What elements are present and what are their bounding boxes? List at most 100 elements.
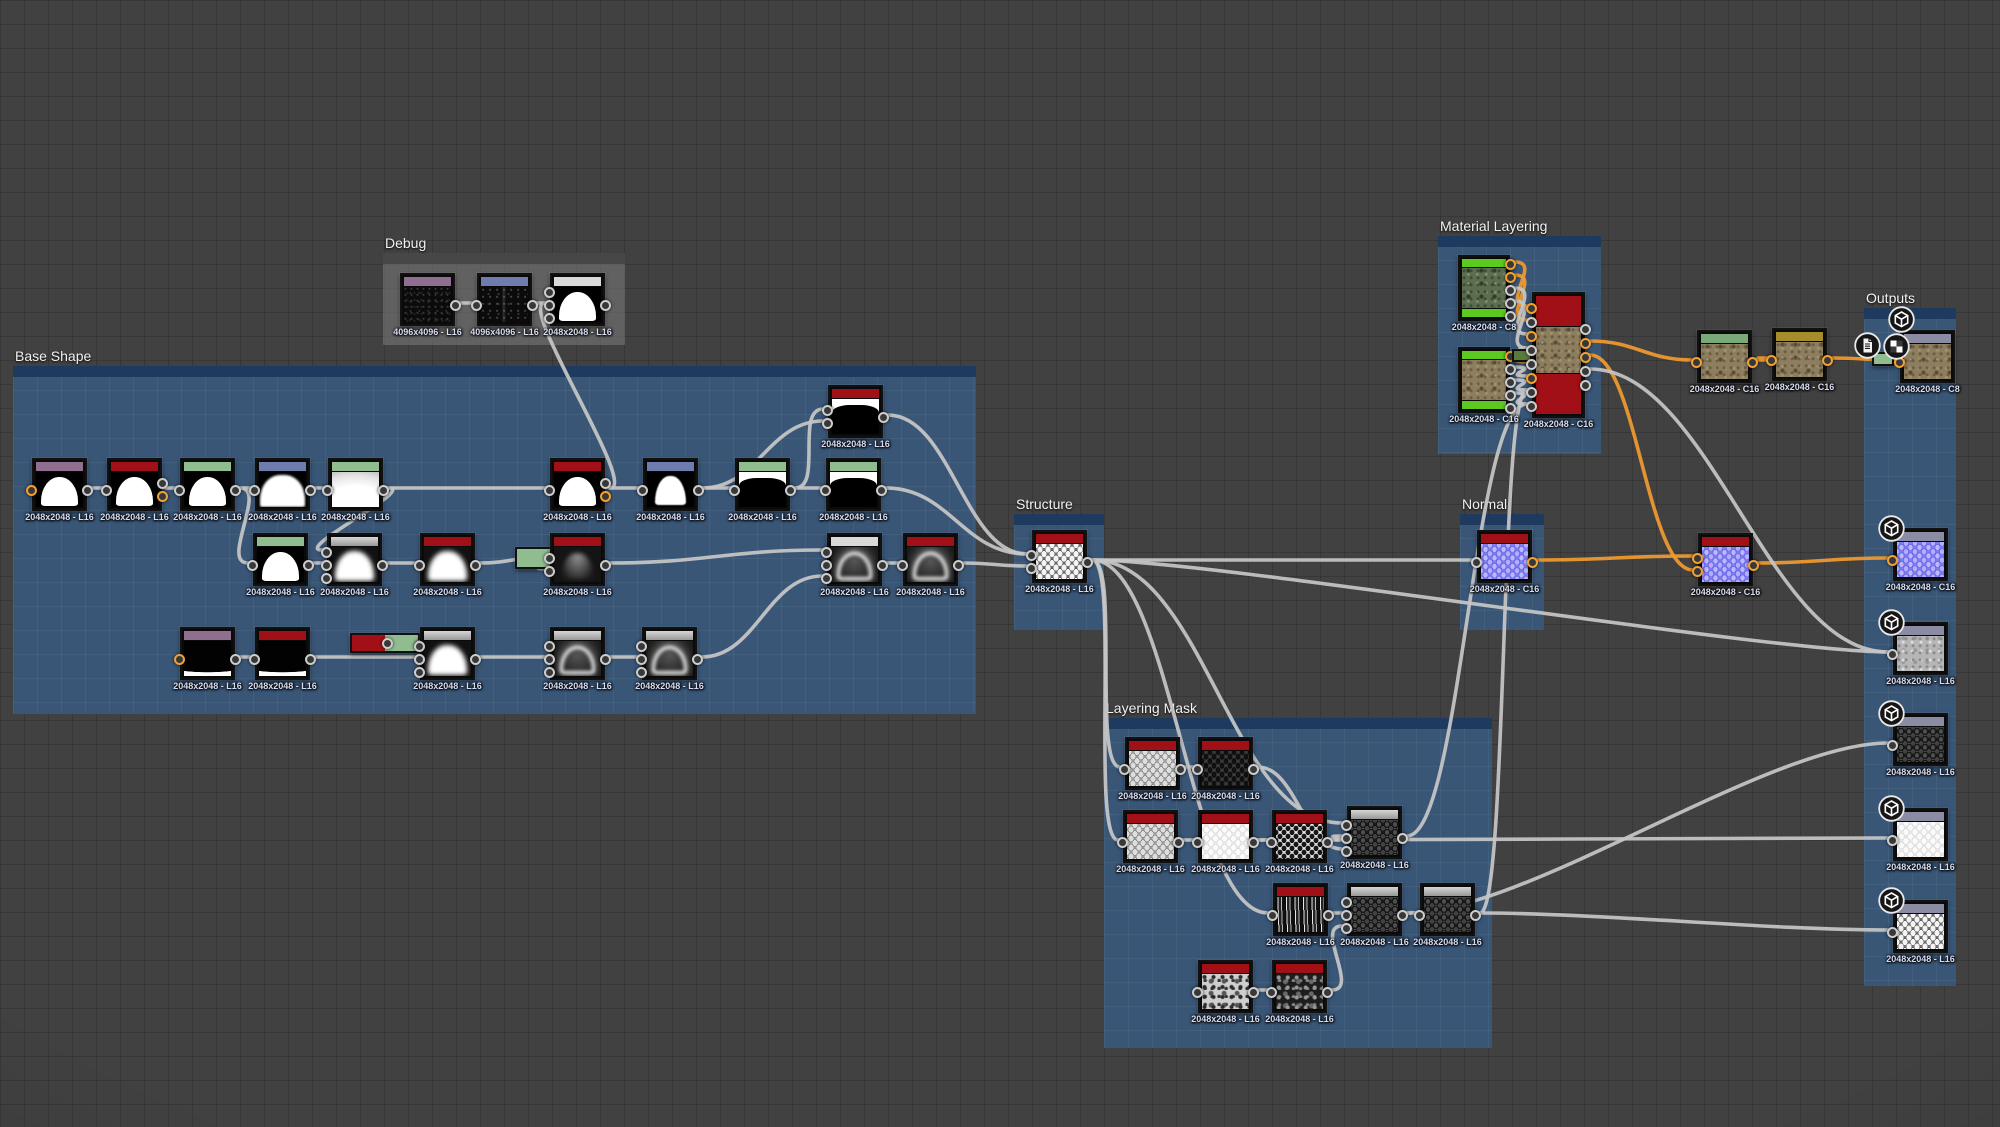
output-connector[interactable] (878, 412, 889, 423)
output-connector[interactable] (1470, 910, 1481, 921)
node-b11[interactable]: 2048x2048 - L16 (827, 533, 882, 586)
input-connector[interactable] (821, 547, 832, 558)
node-b18[interactable]: 2048x2048 - L16 (180, 627, 235, 680)
cube-icon[interactable] (1878, 515, 1905, 542)
wire-s1-to-lm3[interactable] (1092, 560, 1118, 840)
input-connector[interactable] (1192, 764, 1203, 775)
cube-icon[interactable] (1878, 887, 1905, 914)
input-connector[interactable] (414, 654, 425, 665)
wire-lm11-to-lm8[interactable] (1332, 926, 1342, 990)
input-connector[interactable] (1341, 897, 1352, 908)
output-connector[interactable] (600, 300, 611, 311)
output-connector[interactable] (1248, 764, 1259, 775)
wire-lm9-to-o6[interactable] (1480, 913, 1888, 930)
node-ml3[interactable]: 2048x2048 - C16 (1532, 292, 1585, 418)
input-connector[interactable] (636, 667, 647, 678)
input-connector[interactable] (1117, 837, 1128, 848)
output-connector[interactable] (1748, 560, 1759, 571)
output-connector[interactable] (305, 654, 316, 665)
output-connector[interactable] (1505, 364, 1516, 375)
input-connector[interactable] (1192, 987, 1203, 998)
input-connector[interactable] (821, 560, 832, 571)
node-b19[interactable]: 2048x2048 - L16 (255, 627, 310, 680)
output-connector[interactable] (600, 560, 611, 571)
node-b14[interactable]: 2048x2048 - L16 (327, 533, 382, 586)
input-connector[interactable] (249, 654, 260, 665)
node-b13[interactable]: 2048x2048 - L16 (253, 533, 308, 586)
node-lm8[interactable]: 2048x2048 - L16 (1347, 883, 1402, 936)
input-connector[interactable] (636, 654, 647, 665)
node-b8[interactable]: 2048x2048 - L16 (735, 458, 790, 511)
input-connector[interactable] (1692, 553, 1703, 564)
output-connector[interactable] (1323, 910, 1334, 921)
output-connector[interactable] (157, 491, 168, 502)
input-connector[interactable] (1526, 359, 1537, 370)
input-connector[interactable] (321, 547, 332, 558)
node-b2[interactable]: 2048x2048 - L16 (107, 458, 162, 511)
input-connector[interactable] (1341, 846, 1352, 857)
node-b6[interactable]: 2048x2048 - L16 (550, 458, 605, 511)
input-connector[interactable] (1471, 557, 1482, 568)
input-connector[interactable] (414, 560, 425, 571)
node-b21[interactable]: 2048x2048 - L16 (420, 627, 475, 680)
wire-b3-to-b13[interactable] (239, 488, 249, 563)
wire-lm8-to-o4[interactable] (1407, 743, 1888, 913)
output-connector[interactable] (1505, 403, 1516, 414)
node-b12[interactable]: 2048x2048 - L16 (903, 533, 958, 586)
input-connector[interactable] (636, 641, 647, 652)
output-connector[interactable] (1580, 324, 1591, 335)
output-connector[interactable] (82, 485, 93, 496)
input-connector[interactable] (1692, 566, 1703, 577)
input-connector[interactable] (1119, 764, 1130, 775)
input-connector[interactable] (101, 485, 112, 496)
output-connector[interactable] (1527, 557, 1538, 568)
output-connector[interactable] (600, 654, 611, 665)
input-connector[interactable] (1887, 555, 1898, 566)
node-b9[interactable]: 2048x2048 - L16 (826, 458, 881, 511)
input-connector[interactable] (174, 654, 185, 665)
output-connector[interactable] (230, 485, 241, 496)
node-graph-canvas[interactable]: DebugBase ShapeStructureLayering MaskNor… (0, 0, 2000, 1127)
input-connector[interactable] (1526, 401, 1537, 412)
node-b3[interactable]: 2048x2048 - L16 (180, 458, 235, 511)
input-connector[interactable] (1526, 345, 1537, 356)
output-connector[interactable] (378, 485, 389, 496)
output-connector[interactable] (1505, 272, 1516, 283)
wire-ml3-to-r1[interactable] (1590, 341, 1692, 360)
input-connector[interactable] (1341, 820, 1352, 831)
input-connector[interactable] (544, 287, 555, 298)
node-lm9[interactable]: 2048x2048 - L16 (1420, 883, 1475, 936)
mini-node-connector[interactable] (382, 638, 393, 649)
wire-ml2-to-ml3[interactable] (1515, 380, 1527, 390)
input-connector[interactable] (544, 300, 555, 311)
input-connector[interactable] (544, 641, 555, 652)
input-connector[interactable] (1341, 910, 1352, 921)
node-lm4[interactable]: 2048x2048 - L16 (1198, 810, 1253, 863)
output-connector[interactable] (1322, 837, 1333, 848)
node-o1[interactable]: 2048x2048 - C8 (1900, 330, 1955, 383)
node-o5[interactable]: 2048x2048 - L16 (1893, 808, 1948, 861)
output-connector[interactable] (1822, 355, 1833, 366)
input-connector[interactable] (1887, 835, 1898, 846)
output-connector[interactable] (1580, 338, 1591, 349)
wire-lm6-to-ml3[interactable] (1407, 404, 1527, 836)
node-b17[interactable]: 2048x2048 - L16 (550, 533, 605, 586)
node-lm10[interactable]: 2048x2048 - L16 (1198, 960, 1253, 1013)
output-connector[interactable] (377, 560, 388, 571)
input-connector[interactable] (821, 573, 832, 584)
output-connector[interactable] (1505, 285, 1516, 296)
node-lm2[interactable]: 2048x2048 - L16 (1198, 737, 1253, 790)
input-connector[interactable] (1887, 927, 1898, 938)
input-connector[interactable] (1691, 357, 1702, 368)
input-connector[interactable] (1526, 331, 1537, 342)
node-lm7[interactable]: 2048x2048 - L16 (1273, 883, 1328, 936)
node-ml2[interactable]: 2048x2048 - C16 (1458, 347, 1510, 413)
node-o6[interactable]: 2048x2048 - L16 (1893, 900, 1948, 953)
output-connector[interactable] (527, 300, 538, 311)
cube-icon[interactable] (1878, 700, 1905, 727)
node-b15[interactable]: 2048x2048 - L16 (420, 533, 475, 586)
input-connector[interactable] (1026, 550, 1037, 561)
output-connector[interactable] (1175, 764, 1186, 775)
input-connector[interactable] (1414, 910, 1425, 921)
input-connector[interactable] (26, 485, 37, 496)
